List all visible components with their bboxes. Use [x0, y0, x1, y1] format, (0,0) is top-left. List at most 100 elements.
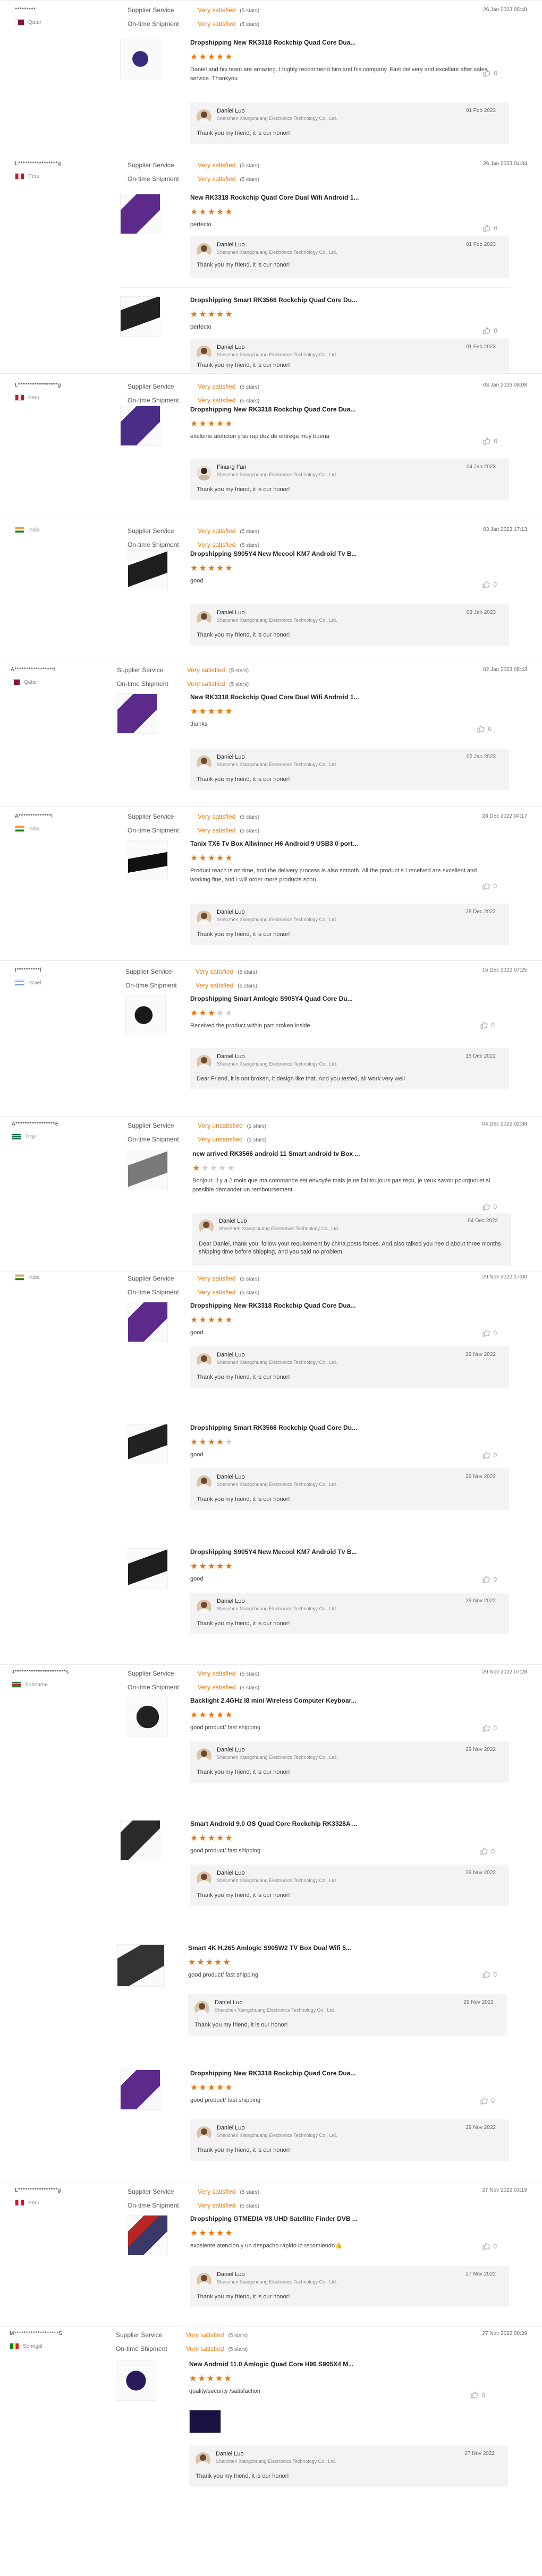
review-date: 03 Jan 2023 08:08 — [483, 382, 527, 388]
like-button[interactable]: 0 — [482, 2243, 497, 2250]
star-icon: ★ — [209, 1164, 219, 1173]
star-icon: ★ — [190, 1438, 199, 1447]
star-icon: ★ — [207, 1711, 217, 1720]
supplier-service-stars: (5 stars) — [240, 8, 260, 14]
product-thumbnail[interactable] — [128, 1424, 168, 1464]
product-thumbnail[interactable] — [128, 550, 168, 590]
product-title[interactable]: New RK3318 Rockchip Quad Core Dual Wifi … — [190, 194, 359, 201]
on-time-shipment-rating: Very satisfied — [198, 2202, 236, 2209]
product-thumbnail[interactable] — [128, 2215, 168, 2255]
buyer-info: L*****************g Peru — [15, 161, 111, 179]
product-title[interactable]: Tanix TX6 Tv Box Allwinner H6 Android 9 … — [190, 840, 358, 847]
product-title[interactable]: Dropshipping New RK3318 Rockchip Quad Co… — [190, 2070, 355, 2077]
product-thumbnail[interactable] — [117, 1944, 165, 1987]
product-title[interactable]: Dropshipping New RK3318 Rockchip Quad Co… — [190, 39, 355, 46]
reply-text: Dear Friend, it is not broken, it design… — [197, 1076, 405, 1082]
star-icon: ★ — [207, 208, 217, 217]
product-title[interactable]: Dropshipping S905Y4 New Mecool KM7 Andro… — [190, 550, 357, 557]
review-text: good — [190, 1329, 204, 1336]
reply-date: 29 Nov 2022 — [465, 1352, 496, 1358]
like-button[interactable]: 0 — [482, 1971, 497, 1978]
star-icon: ★ — [216, 564, 225, 573]
product-title[interactable]: New RK3318 Rockchip Quad Core Dual Wifi … — [190, 693, 359, 701]
avatar — [197, 1748, 211, 1763]
product-title[interactable]: Smart Android 9.0 OS Quad Core Rockchip … — [190, 1820, 358, 1827]
reply-author: Daniel Luo — [217, 108, 245, 114]
supplier-service-label: Supplier Service — [128, 527, 174, 535]
like-button[interactable]: 0 — [482, 1576, 497, 1583]
like-button[interactable]: 0 — [480, 1848, 495, 1855]
review-section: L*****************g Peru Supplier Servic… — [0, 373, 542, 518]
avatar — [199, 1220, 214, 1234]
product-thumbnail[interactable] — [128, 1302, 168, 1342]
on-time-shipment-rating: Very satisfied — [198, 1684, 236, 1691]
product-title[interactable]: Dropshipping New RK3318 Rockchip Quad Co… — [190, 1302, 355, 1309]
product-title[interactable]: Dropshipping GTMEDIA V8 UHD Satellite Fi… — [190, 2215, 358, 2222]
on-time-shipment-label: On-time Shipment — [117, 680, 168, 688]
star-icon: ★ — [199, 1711, 208, 1720]
product-thumbnail[interactable] — [116, 2360, 156, 2401]
product-thumbnail[interactable] — [117, 693, 157, 734]
ratings: Supplier Service Very satisfied (5 stars) … — [116, 2329, 248, 2356]
product-thumbnail[interactable] — [120, 406, 160, 446]
product-title[interactable]: Dropshipping New RK3318 Rockchip Quad Co… — [190, 406, 355, 413]
product-title[interactable]: new arrived RK3566 android 11 Smart andr… — [192, 1150, 360, 1157]
like-button[interactable]: 0 — [482, 581, 497, 588]
review-date: 26 Jan 2023 05:49 — [483, 7, 527, 13]
review-text: good product/ fast shipping — [188, 1972, 259, 1978]
review-date: 27 Nov 2022 00:39 — [482, 2331, 527, 2337]
like-button[interactable]: 0 — [483, 437, 497, 445]
star-icon: ★ — [199, 2229, 208, 2238]
product-thumbnail[interactable] — [120, 39, 160, 79]
product-thumbnail[interactable] — [128, 1150, 168, 1190]
buyer-country: Togo — [25, 1134, 37, 1140]
product-title[interactable]: Backlight 2.4GHz I8 mini Wireless Comput… — [190, 1697, 357, 1704]
avatar — [197, 1600, 211, 1615]
star-icon: ★ — [199, 707, 208, 716]
product-thumbnail[interactable] — [125, 995, 166, 1035]
like-button[interactable]: 0 — [482, 1724, 497, 1732]
review-photo[interactable] — [189, 2410, 221, 2433]
like-button[interactable]: 0 — [480, 1021, 495, 1029]
product-thumbnail[interactable] — [128, 840, 168, 880]
reply-author: Daniel Luo — [217, 242, 245, 248]
product-title[interactable]: Dropshipping S905Y4 New Mecool KM7 Andro… — [190, 1548, 357, 1556]
review-text: good product/ fast shipping — [190, 1848, 261, 1854]
reply-company: Shenzhen Xiangchuang Electronics Technol… — [217, 1755, 337, 1760]
product-title[interactable]: Dropshipping Smart RK3566 Rockchip Quad … — [190, 296, 357, 304]
buyer-info: A*****************l Qatar — [11, 667, 106, 685]
product-thumbnail[interactable] — [128, 1697, 168, 1737]
product-thumbnail[interactable] — [120, 296, 160, 337]
review-text: Daniel and his team are amazing. I highl… — [190, 66, 488, 82]
like-button[interactable]: 0 — [482, 882, 497, 890]
like-button[interactable]: 0 — [482, 1452, 497, 1459]
like-count: 0 — [491, 1021, 495, 1029]
like-button[interactable]: 0 — [482, 1329, 497, 1337]
like-button[interactable]: 0 — [480, 2097, 495, 2105]
like-button[interactable]: 0 — [483, 70, 497, 77]
product-thumbnail[interactable] — [128, 1548, 168, 1588]
like-button[interactable]: 0 — [482, 1203, 497, 1210]
product-thumbnail[interactable] — [120, 1820, 160, 1860]
supplier-reply: Daniel Luo Shenzhen Xiangchuang Electron… — [190, 1469, 509, 1510]
product-review: New RK3318 Rockchip Quad Core Dual Wifi … — [117, 693, 509, 800]
product-title[interactable]: New Android 11.0 Amlogic Quad Core H96 S… — [189, 2360, 353, 2368]
like-button[interactable]: 0 — [477, 725, 492, 733]
product-thumbnail[interactable] — [120, 2070, 160, 2110]
star-icon: ★ — [216, 208, 225, 217]
reply-text: Thank you my friend, it is our honor! — [197, 1769, 290, 1775]
flag-india-icon — [15, 1274, 24, 1281]
star-icon: ★ — [199, 1562, 208, 1571]
reply-company: Shenzhen Xiangchuang Electronics Technol… — [217, 917, 337, 922]
like-button[interactable]: 0 — [483, 327, 497, 334]
product-title[interactable]: Dropshipping Smart Amlogic S905Y4 Quad C… — [190, 995, 353, 1002]
like-button[interactable]: 0 — [483, 225, 497, 232]
like-button[interactable]: 0 — [471, 2391, 485, 2399]
product-title[interactable]: Smart 4K H.265 Amlogic S905W2 TV Box Dua… — [188, 1944, 351, 1952]
product-title[interactable]: Dropshipping Smart RK3566 Rockchip Quad … — [190, 1424, 357, 1431]
reply-date: 29 Nov 2022 — [465, 1474, 496, 1480]
product-thumbnail[interactable] — [120, 194, 160, 234]
flag-qatar-icon — [11, 679, 20, 685]
review-section: ********* Qatar Supplier Service Very sat… — [0, 0, 542, 150]
reply-date: 04 Dec 2022 — [468, 1218, 498, 1224]
